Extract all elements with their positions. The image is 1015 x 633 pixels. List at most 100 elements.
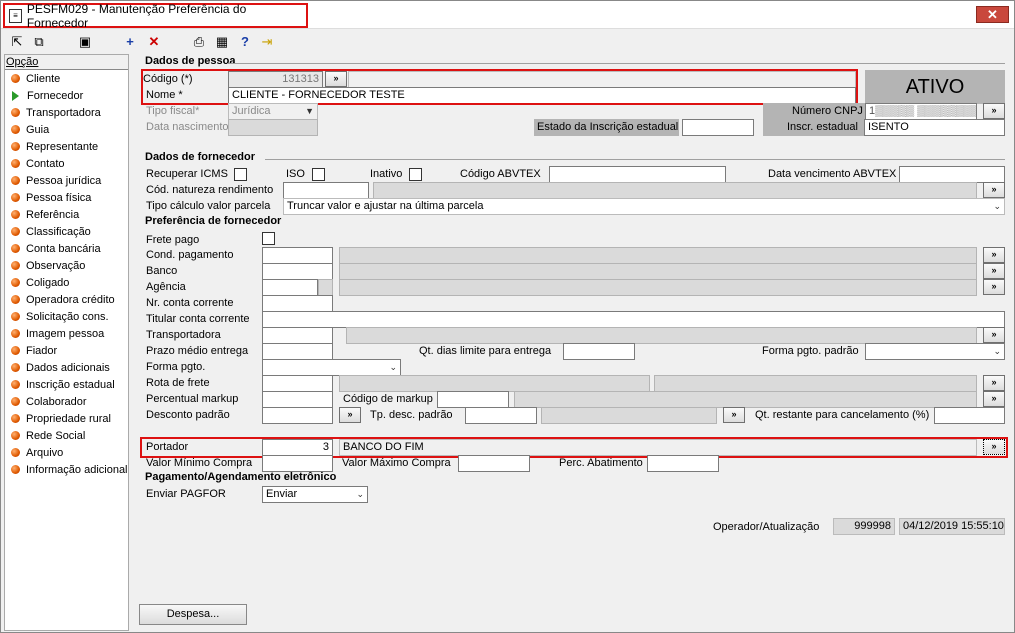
valor-maximo-field[interactable]	[458, 455, 530, 472]
toolbar: ⇱ ⧉ ▣ + ✕ ⎙ ▦ ? ⇥	[1, 30, 1014, 54]
sidebar-item-6[interactable]: Pessoa jurídica	[5, 172, 128, 189]
sidebar-item-22[interactable]: Arquivo	[5, 444, 128, 461]
valor-minimo-field[interactable]	[262, 455, 333, 472]
perc-abatimento-label: Perc. Abatimento	[559, 457, 643, 469]
enviar-pagfor-value: Enviar	[266, 488, 298, 500]
bullet-icon	[11, 380, 20, 389]
sidebar-item-15[interactable]: Imagem pessoa	[5, 325, 128, 342]
estado-ie-field[interactable]	[682, 119, 754, 136]
sidebar-item-13[interactable]: Operadora crédito	[5, 291, 128, 308]
recuperar-icms-checkbox[interactable]	[234, 168, 247, 181]
nr-conta-label: Nr. conta corrente	[146, 297, 234, 309]
natureza-lookup-button[interactable]: »	[983, 182, 1005, 198]
agencia-field[interactable]	[262, 279, 318, 296]
sidebar-item-20[interactable]: Propriedade rural	[5, 410, 128, 427]
sidebar-item-12[interactable]: Coligado	[5, 274, 128, 291]
cnpj-field[interactable]: 1▒▒▒▒▒ ▒▒▒▒▒▒▒▒1	[865, 103, 977, 120]
desconto-padrao-field[interactable]	[262, 407, 333, 424]
tp-desc-padrao-field[interactable]	[465, 407, 537, 424]
exit-icon[interactable]: ⇥	[259, 34, 275, 50]
prazo-field[interactable]	[262, 343, 333, 360]
sidebar-item-7[interactable]: Pessoa física	[5, 189, 128, 206]
frete-pago-checkbox[interactable]	[262, 232, 275, 245]
sidebar-item-2[interactable]: Transportadora	[5, 104, 128, 121]
sidebar-item-21[interactable]: Rede Social	[5, 427, 128, 444]
sidebar-item-label: Representante	[26, 140, 99, 153]
help-icon[interactable]: ?	[237, 34, 253, 50]
qt-dias-field[interactable]	[563, 343, 635, 360]
sidebar-item-5[interactable]: Contato	[5, 155, 128, 172]
sidebar-item-label: Contato	[26, 157, 65, 170]
tipo-fiscal-select[interactable]: Jurídica ▼	[228, 103, 318, 120]
transportadora-lookup-button[interactable]: »	[983, 327, 1005, 343]
sidebar-item-17[interactable]: Dados adicionais	[5, 359, 128, 376]
tp-desc-padrao-desc	[541, 407, 717, 424]
banco-lookup-button[interactable]: »	[983, 263, 1005, 279]
forma-pgto-padrao-select[interactable]: ⌄	[865, 343, 1005, 360]
sidebar-item-3[interactable]: Guia	[5, 121, 128, 138]
sidebar-item-9[interactable]: Classificação	[5, 223, 128, 240]
navigate-icon[interactable]: ⇱	[9, 34, 25, 50]
desconto-lookup-button[interactable]: »	[339, 407, 361, 423]
inscr-estadual-field[interactable]: ISENTO	[864, 119, 1005, 136]
abvtex-field[interactable]	[549, 166, 726, 183]
rota-frete-field[interactable]	[262, 375, 333, 392]
bullet-icon	[11, 159, 20, 168]
cnpj-lookup-button[interactable]: »	[983, 103, 1005, 119]
sidebar-item-4[interactable]: Representante	[5, 138, 128, 155]
codigo-markup-lookup-button[interactable]: »	[983, 391, 1005, 407]
recuperar-icms-label: Recuperar ICMS	[146, 168, 228, 180]
banco-field[interactable]	[262, 263, 333, 280]
data-venc-abvtex-field[interactable]	[899, 166, 1005, 183]
bullet-icon	[11, 108, 20, 117]
sidebar-item-1[interactable]: Fornecedor	[5, 87, 128, 104]
sidebar-item-14[interactable]: Solicitação cons.	[5, 308, 128, 325]
sidebar-item-0[interactable]: Cliente	[5, 70, 128, 87]
perc-abatimento-field[interactable]	[647, 455, 719, 472]
delete-icon[interactable]: ✕	[146, 34, 162, 50]
tp-desc-lookup-button[interactable]: »	[723, 407, 745, 423]
titular-field[interactable]	[262, 311, 1005, 328]
close-button[interactable]: ✕	[976, 6, 1009, 23]
copy-icon[interactable]: ⧉	[31, 34, 47, 50]
transportadora-field[interactable]	[262, 327, 333, 344]
tipo-fiscal-label: Tipo fiscal*	[146, 105, 200, 117]
arrow-right-icon	[12, 90, 19, 101]
iso-checkbox[interactable]	[312, 168, 325, 181]
add-icon[interactable]: +	[122, 34, 138, 50]
sidebar-item-label: Arquivo	[26, 446, 64, 459]
sidebar-item-11[interactable]: Observação	[5, 257, 128, 274]
inativo-checkbox[interactable]	[409, 168, 422, 181]
enviar-pagfor-select[interactable]: Enviar ⌄	[262, 486, 368, 503]
transportadora-label: Transportadora	[146, 329, 221, 341]
calculator-icon[interactable]: ▦	[214, 34, 230, 50]
inativo-label: Inativo	[370, 168, 403, 180]
cond-pagamento-field[interactable]	[262, 247, 333, 264]
natureza-rendimento-field[interactable]	[283, 182, 369, 199]
percentual-markup-field[interactable]	[262, 391, 333, 408]
window-title: PESFM029 - Manutenção Preferência do For…	[26, 1, 247, 30]
qt-dias-label: Qt. dias limite para entrega	[419, 345, 552, 357]
qt-restante-field[interactable]	[934, 407, 1005, 424]
sidebar-item-19[interactable]: Colaborador	[5, 393, 128, 410]
bullet-icon	[11, 397, 20, 406]
divider	[265, 159, 1005, 160]
chevron-down-icon: ⌄	[993, 346, 1001, 356]
forma-pgto-select[interactable]: ⌄	[262, 359, 401, 376]
codigo-markup-field[interactable]	[437, 391, 509, 408]
tipo-calculo-select[interactable]: Truncar valor e ajustar na última parcel…	[283, 198, 1005, 215]
sidebar-item-10[interactable]: Conta bancária	[5, 240, 128, 257]
cond-pagamento-lookup-button[interactable]: »	[983, 247, 1005, 263]
cnpj-label: Número CNPJ	[792, 105, 863, 117]
bullet-icon	[11, 346, 20, 355]
print-icon[interactable]: ⎙	[191, 34, 207, 50]
rota-frete-lookup-button[interactable]: »	[983, 375, 1005, 391]
despesa-button[interactable]: Despesa...	[139, 604, 247, 625]
sidebar-item-18[interactable]: Inscrição estadual	[5, 376, 128, 393]
save-icon[interactable]: ▣	[77, 34, 93, 50]
sidebar-item-8[interactable]: Referência	[5, 206, 128, 223]
agencia-lookup-button[interactable]: »	[983, 279, 1005, 295]
sidebar-item-23[interactable]: Informação adicional	[5, 461, 128, 478]
sidebar-item-16[interactable]: Fiador	[5, 342, 128, 359]
nr-conta-field[interactable]	[262, 295, 333, 312]
